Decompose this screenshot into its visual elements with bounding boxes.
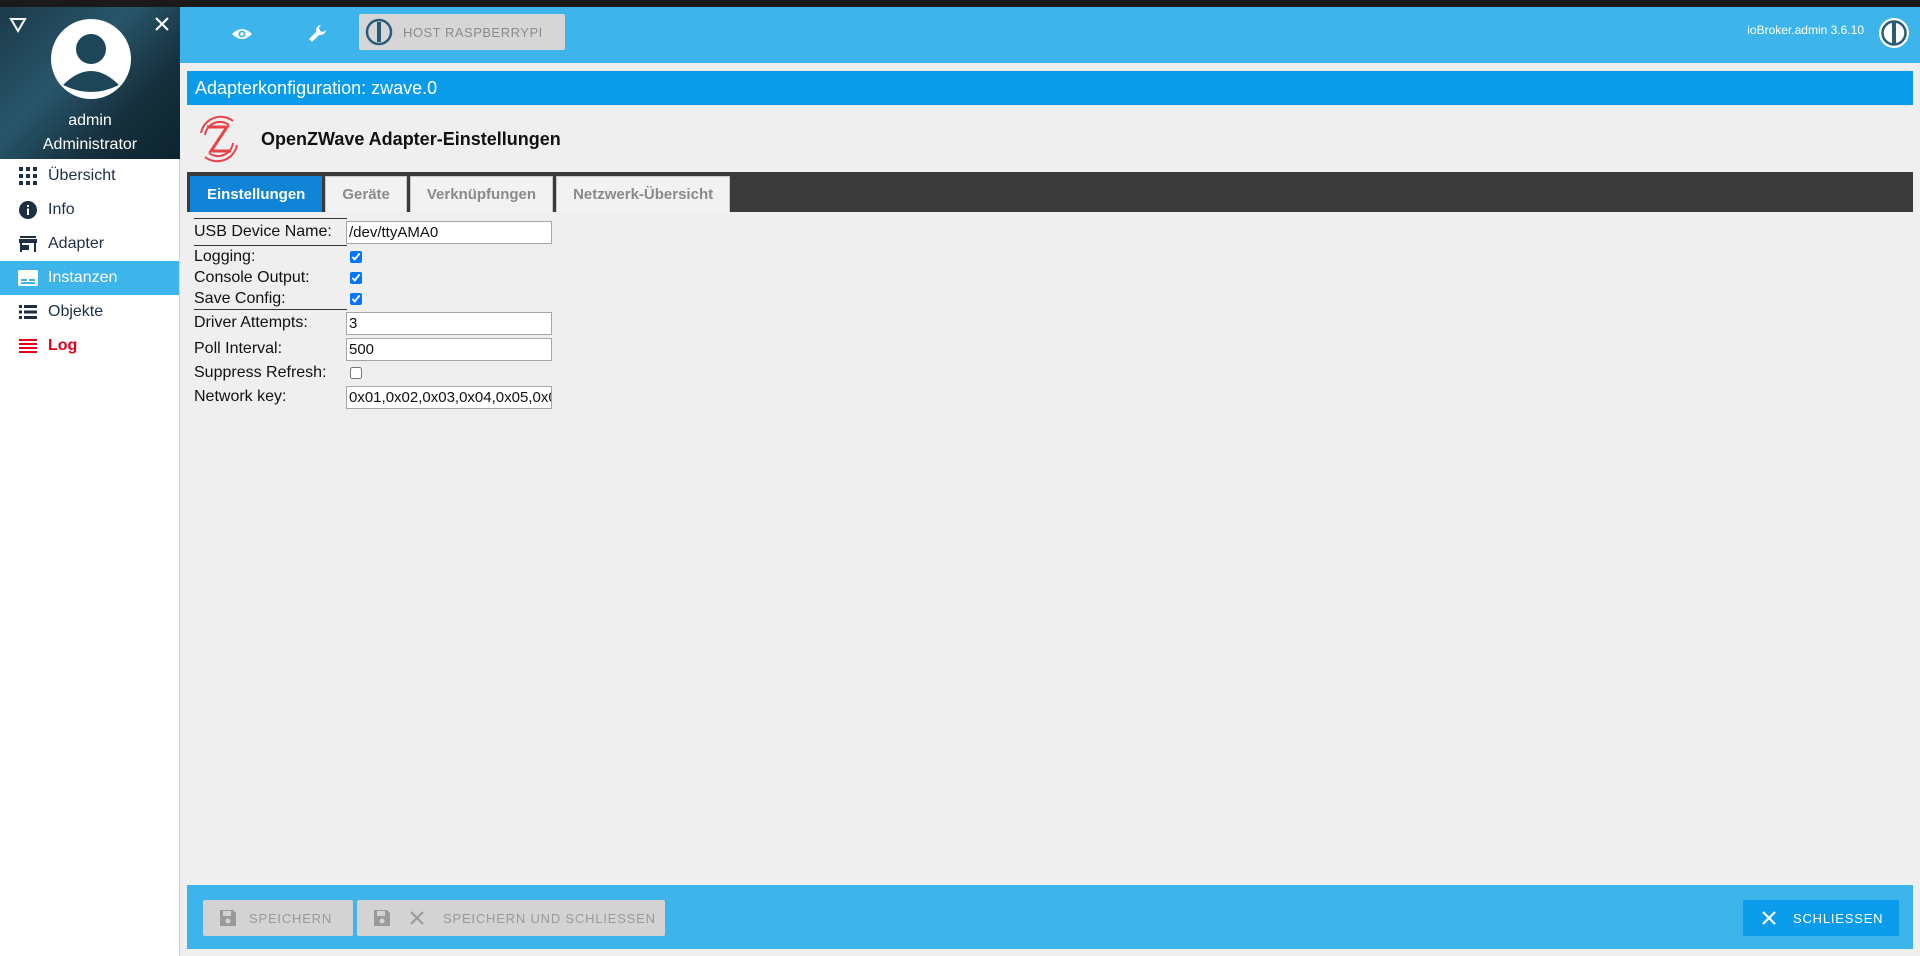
save-button[interactable]: SPEICHERN bbox=[203, 900, 353, 936]
logging-row: Logging: bbox=[194, 246, 552, 267]
sidebar-item-label: Log bbox=[48, 337, 78, 354]
console-output-row: Console Output: bbox=[194, 267, 552, 288]
zwave-logo-icon bbox=[200, 115, 238, 163]
avatar bbox=[51, 19, 131, 99]
save-config-row: Save Config: bbox=[194, 288, 552, 309]
sidebar: admin Administrator Übersicht Info Adapt… bbox=[0, 7, 180, 956]
sidebar-item-label: Instanzen bbox=[48, 269, 118, 286]
tab-geraete[interactable]: Geräte bbox=[325, 176, 407, 212]
eye-icon[interactable] bbox=[228, 20, 256, 48]
instances-icon bbox=[18, 269, 38, 287]
console-output-checkbox[interactable] bbox=[350, 271, 362, 284]
user-name: admin bbox=[68, 112, 112, 129]
version-label: ioBroker.admin 3.6.10 bbox=[1747, 23, 1864, 37]
save-label: SPEICHERN bbox=[249, 910, 333, 926]
suppress-refresh-checkbox[interactable] bbox=[350, 367, 362, 379]
usb-device-label: USB Device Name: bbox=[194, 223, 332, 240]
user-icon bbox=[63, 34, 119, 92]
sidebar-item-adapter[interactable]: Adapter bbox=[0, 227, 179, 261]
sidebar-item-label: Adapter bbox=[48, 235, 105, 252]
user-role: Administrator bbox=[42, 136, 138, 153]
log-icon bbox=[18, 337, 38, 355]
close-icon bbox=[1762, 911, 1776, 925]
host-label: HOST RASPBERRYPI bbox=[403, 24, 543, 40]
sidebar-item-label: Info bbox=[48, 201, 75, 218]
tab-netzwerk-uebersicht[interactable]: Netzwerk-Übersicht bbox=[556, 176, 731, 212]
usb-device-input[interactable] bbox=[346, 220, 552, 244]
save-config-label: Save Config: bbox=[194, 289, 286, 307]
network-key-input[interactable] bbox=[346, 385, 552, 409]
tab-einstellungen[interactable]: Einstellungen bbox=[190, 176, 323, 212]
poll-interval-label: Poll Interval: bbox=[194, 340, 283, 357]
top-header: HOST RASPBERRYPI ioBroker.admin 3.6.10 bbox=[180, 7, 1920, 63]
collapse-triangle-icon[interactable] bbox=[9, 17, 27, 33]
network-key-label: Network key: bbox=[194, 388, 287, 405]
sidebar-item-log[interactable]: Log bbox=[0, 329, 179, 363]
footer-bar: SPEICHERN SPEICHERN UND SCHLIESSEN SCHLI… bbox=[187, 885, 1913, 949]
iobroker-logo-icon bbox=[1879, 18, 1909, 48]
grid-icon bbox=[18, 167, 38, 185]
floppy-icon bbox=[374, 910, 390, 926]
store-icon bbox=[18, 235, 38, 253]
driver-attempts-input[interactable] bbox=[346, 311, 552, 335]
iobroker-logo-icon bbox=[365, 18, 393, 46]
page-title: Adapterkonfiguration: zwave.0 bbox=[187, 71, 1913, 105]
sidebar-item-objekte[interactable]: Objekte bbox=[0, 295, 179, 329]
sidebar-item-label: Übersicht bbox=[48, 167, 116, 184]
adapter-header: OpenZWave Adapter-Einstellungen bbox=[187, 109, 1913, 169]
adapter-title: OpenZWave Adapter-Einstellungen bbox=[261, 128, 561, 149]
floppy-icon bbox=[220, 910, 236, 926]
logging-label: Logging: bbox=[194, 247, 256, 265]
sidebar-item-uebersicht[interactable]: Übersicht bbox=[0, 159, 179, 193]
host-button[interactable]: HOST RASPBERRYPI bbox=[359, 14, 565, 50]
save-config-checkbox[interactable] bbox=[350, 292, 362, 305]
top-strip bbox=[0, 0, 1920, 7]
usb-device-row: USB Device Name: bbox=[194, 219, 552, 245]
driver-attempts-row: Driver Attempts: bbox=[194, 310, 552, 336]
save-and-close-button[interactable]: SPEICHERN UND SCHLIESSEN bbox=[357, 900, 665, 936]
logging-checkbox[interactable] bbox=[350, 250, 362, 263]
close-icon bbox=[410, 911, 424, 925]
close-button[interactable]: SCHLIESSEN bbox=[1743, 900, 1899, 936]
poll-interval-row: Poll Interval: bbox=[194, 336, 552, 362]
tab-verknuepfungen[interactable]: Verknüpfungen bbox=[409, 176, 554, 212]
save-and-close-label: SPEICHERN UND SCHLIESSEN bbox=[443, 910, 656, 926]
wrench-icon[interactable] bbox=[304, 20, 332, 48]
sidebar-item-label: Objekte bbox=[48, 303, 104, 320]
settings-form: USB Device Name: Logging: Console Output… bbox=[194, 218, 552, 410]
console-output-label: Console Output: bbox=[194, 268, 310, 286]
poll-interval-input[interactable] bbox=[346, 337, 552, 361]
network-key-row: Network key: bbox=[194, 384, 552, 410]
user-panel: admin Administrator bbox=[0, 7, 180, 159]
main-content: Adapterkonfiguration: zwave.0 OpenZWave … bbox=[180, 63, 1920, 956]
list-icon bbox=[18, 303, 38, 321]
sidebar-nav: Übersicht Info Adapter Instanzen Objekte… bbox=[0, 159, 179, 363]
sidebar-item-instanzen[interactable]: Instanzen bbox=[0, 261, 179, 295]
tab-bar: Einstellungen Geräte Verknüpfungen Netzw… bbox=[187, 172, 1913, 212]
close-label: SCHLIESSEN bbox=[1793, 910, 1884, 926]
close-icon[interactable] bbox=[153, 15, 171, 33]
suppress-refresh-row: Suppress Refresh: bbox=[194, 362, 552, 384]
suppress-refresh-label: Suppress Refresh: bbox=[194, 364, 327, 381]
driver-attempts-label: Driver Attempts: bbox=[194, 314, 308, 331]
sidebar-item-info[interactable]: Info bbox=[0, 193, 179, 227]
info-icon bbox=[18, 201, 38, 219]
